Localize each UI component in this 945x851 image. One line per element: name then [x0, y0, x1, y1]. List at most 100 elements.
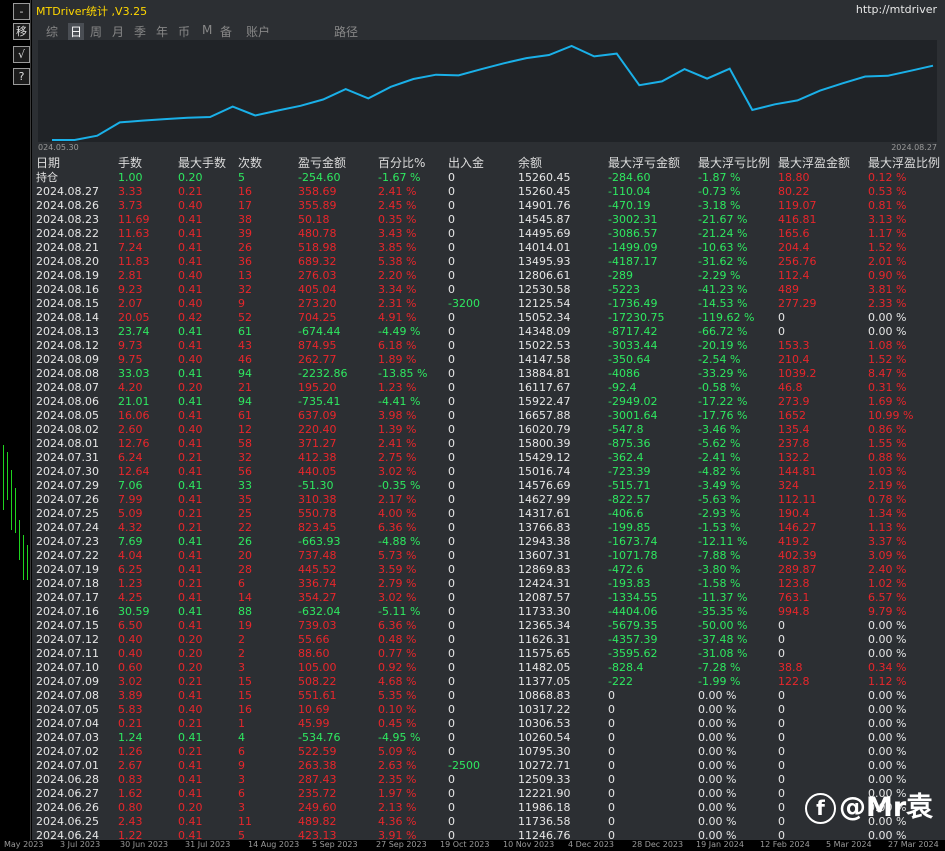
cell-9: -5.62 % — [698, 437, 741, 450]
check-button[interactable]: √ — [13, 46, 30, 63]
cell-3: 9 — [238, 759, 245, 772]
cell-1: 11.69 — [118, 213, 150, 226]
cell-2: 0.40 — [178, 353, 203, 366]
cell-3: 2 — [238, 633, 245, 646]
cell-10: 416.81 — [778, 213, 817, 226]
cell-7: 13884.81 — [518, 367, 571, 380]
cell-5: 3.34 % — [378, 283, 417, 296]
cell-11: 1.17 % — [868, 227, 907, 240]
cell-7: 12087.57 — [518, 591, 571, 604]
cell-3: 25 — [238, 507, 252, 520]
cell-10: 0 — [778, 311, 785, 324]
cell-1: 12.64 — [118, 465, 150, 478]
table-header: 日期 手数 最大手数 次数 盈亏金额 百分比% 出入金 余额 最大浮亏金额 最大浮亏比例 最大浮盈金… — [36, 157, 941, 171]
tab-2[interactable]: 周 — [90, 23, 102, 40]
table-row: 2024.08.06 21.01 0.41 94 -735.41 -4.41 % 0 1592… — [36, 395, 941, 409]
site-link[interactable]: http://mtdriver — [856, 3, 937, 16]
cell-9: -119.62 % — [698, 311, 755, 324]
cell-7: 16657.88 — [518, 409, 571, 422]
tab-11[interactable]: 路径 — [334, 23, 358, 40]
cell-7: 12806.61 — [518, 269, 571, 282]
cell-3: 次数 — [238, 156, 263, 170]
tab-3[interactable]: 月 — [112, 23, 124, 40]
tab-0[interactable]: 综 — [46, 23, 58, 40]
cell-8: -1673.74 — [608, 535, 658, 548]
cell-9: -33.29 % — [698, 367, 748, 380]
candle-bar — [19, 520, 20, 560]
cell-11: 1.52 % — [868, 241, 907, 254]
cell-10: 0 — [778, 689, 785, 702]
cell-6: 0 — [448, 185, 455, 198]
cell-4: 336.74 — [298, 577, 337, 590]
cell-0: 持仓 — [36, 171, 58, 184]
cell-4: 50.18 — [298, 213, 330, 226]
cell-2: 0.41 — [178, 465, 203, 478]
cell-2: 0.21 — [178, 451, 203, 464]
cell-1: 23.74 — [118, 325, 150, 338]
cell-2: 0.41 — [178, 437, 203, 450]
cell-6: 0 — [448, 269, 455, 282]
cell-10: 0 — [778, 745, 785, 758]
cell-1: 1.23 — [118, 577, 143, 590]
cell-4: 10.69 — [298, 703, 330, 716]
tab-4[interactable]: 季 — [134, 23, 146, 40]
cell-4: 412.38 — [298, 451, 337, 464]
cell-10: 994.8 — [778, 605, 810, 618]
cell-7: 14014.01 — [518, 241, 571, 254]
cell-10: 135.4 — [778, 423, 810, 436]
cell-10: 237.8 — [778, 437, 810, 450]
table-row: 2024.07.08 3.89 0.41 15 551.61 5.35 % 0 10868.8… — [36, 689, 941, 703]
cell-4: 263.38 — [298, 759, 337, 772]
holding-row: 持仓 1.00 0.20 5 -254.60 -1.67 % 0 15260.45 -284.6… — [36, 171, 941, 185]
cell-4: 358.69 — [298, 185, 337, 198]
cell-5: -13.85 % — [378, 367, 428, 380]
cell-0: 2024.07.16 — [36, 605, 99, 618]
cell-8: 0 — [608, 717, 615, 730]
cell-7: 11482.05 — [518, 661, 571, 674]
cell-5: 2.45 % — [378, 199, 417, 212]
cell-5: 2.79 % — [378, 577, 417, 590]
tab-7[interactable]: M — [202, 23, 212, 37]
cell-1: 4.04 — [118, 549, 143, 562]
cell-11: 0.00 % — [868, 647, 907, 660]
cell-3: 21 — [238, 381, 252, 394]
cell-2: 0.41 — [178, 787, 203, 800]
cell-3: 19 — [238, 619, 252, 632]
tab-9[interactable]: 账户 — [246, 23, 270, 40]
tab-8[interactable]: 备 — [220, 23, 232, 40]
cell-10: 402.39 — [778, 549, 817, 562]
tab-5[interactable]: 年 — [156, 23, 168, 40]
cell-4: 盈亏金额 — [298, 156, 347, 170]
cell-9: -17.76 % — [698, 409, 748, 422]
cell-6: 0 — [448, 353, 455, 366]
cell-4: 273.20 — [298, 297, 337, 310]
cell-0: 2024.08.19 — [36, 269, 99, 282]
cell-1: 6.24 — [118, 451, 143, 464]
cell-8: -362.4 — [608, 451, 644, 464]
cell-10: 112.4 — [778, 269, 810, 282]
cell-5: 3.02 % — [378, 465, 417, 478]
cell-1: 3.33 — [118, 185, 143, 198]
minimize-button[interactable]: - — [13, 3, 30, 20]
cell-3: 4 — [238, 731, 245, 744]
cell-4: 704.25 — [298, 311, 337, 324]
cell-5: 5.09 % — [378, 745, 417, 758]
cell-6: 0 — [448, 591, 455, 604]
cell-7: 15260.45 — [518, 171, 571, 184]
cell-6: 0 — [448, 801, 455, 814]
cell-0: 2024.08.12 — [36, 339, 99, 352]
table-row: 2024.08.02 2.60 0.40 12 220.40 1.39 % 0 16020.7… — [36, 423, 941, 437]
tab-1[interactable]: 日 — [68, 23, 85, 40]
table-row: 2024.07.04 0.21 0.21 1 45.99 0.45 % 0 10306.53 0… — [36, 717, 941, 731]
cell-0: 2024.07.30 — [36, 465, 99, 478]
cell-5: 4.36 % — [378, 815, 417, 828]
cell-5: 6.36 % — [378, 619, 417, 632]
move-button[interactable]: 移 — [13, 23, 30, 40]
help-button[interactable]: ? — [13, 68, 30, 85]
cell-3: 9 — [238, 297, 245, 310]
cell-10: 112.11 — [778, 493, 817, 506]
cell-1: 手数 — [118, 156, 143, 170]
tab-6[interactable]: 币 — [178, 23, 190, 40]
panel-title: MTDriver统计 ,V3.25 — [36, 5, 148, 18]
cell-4: 276.03 — [298, 269, 337, 282]
